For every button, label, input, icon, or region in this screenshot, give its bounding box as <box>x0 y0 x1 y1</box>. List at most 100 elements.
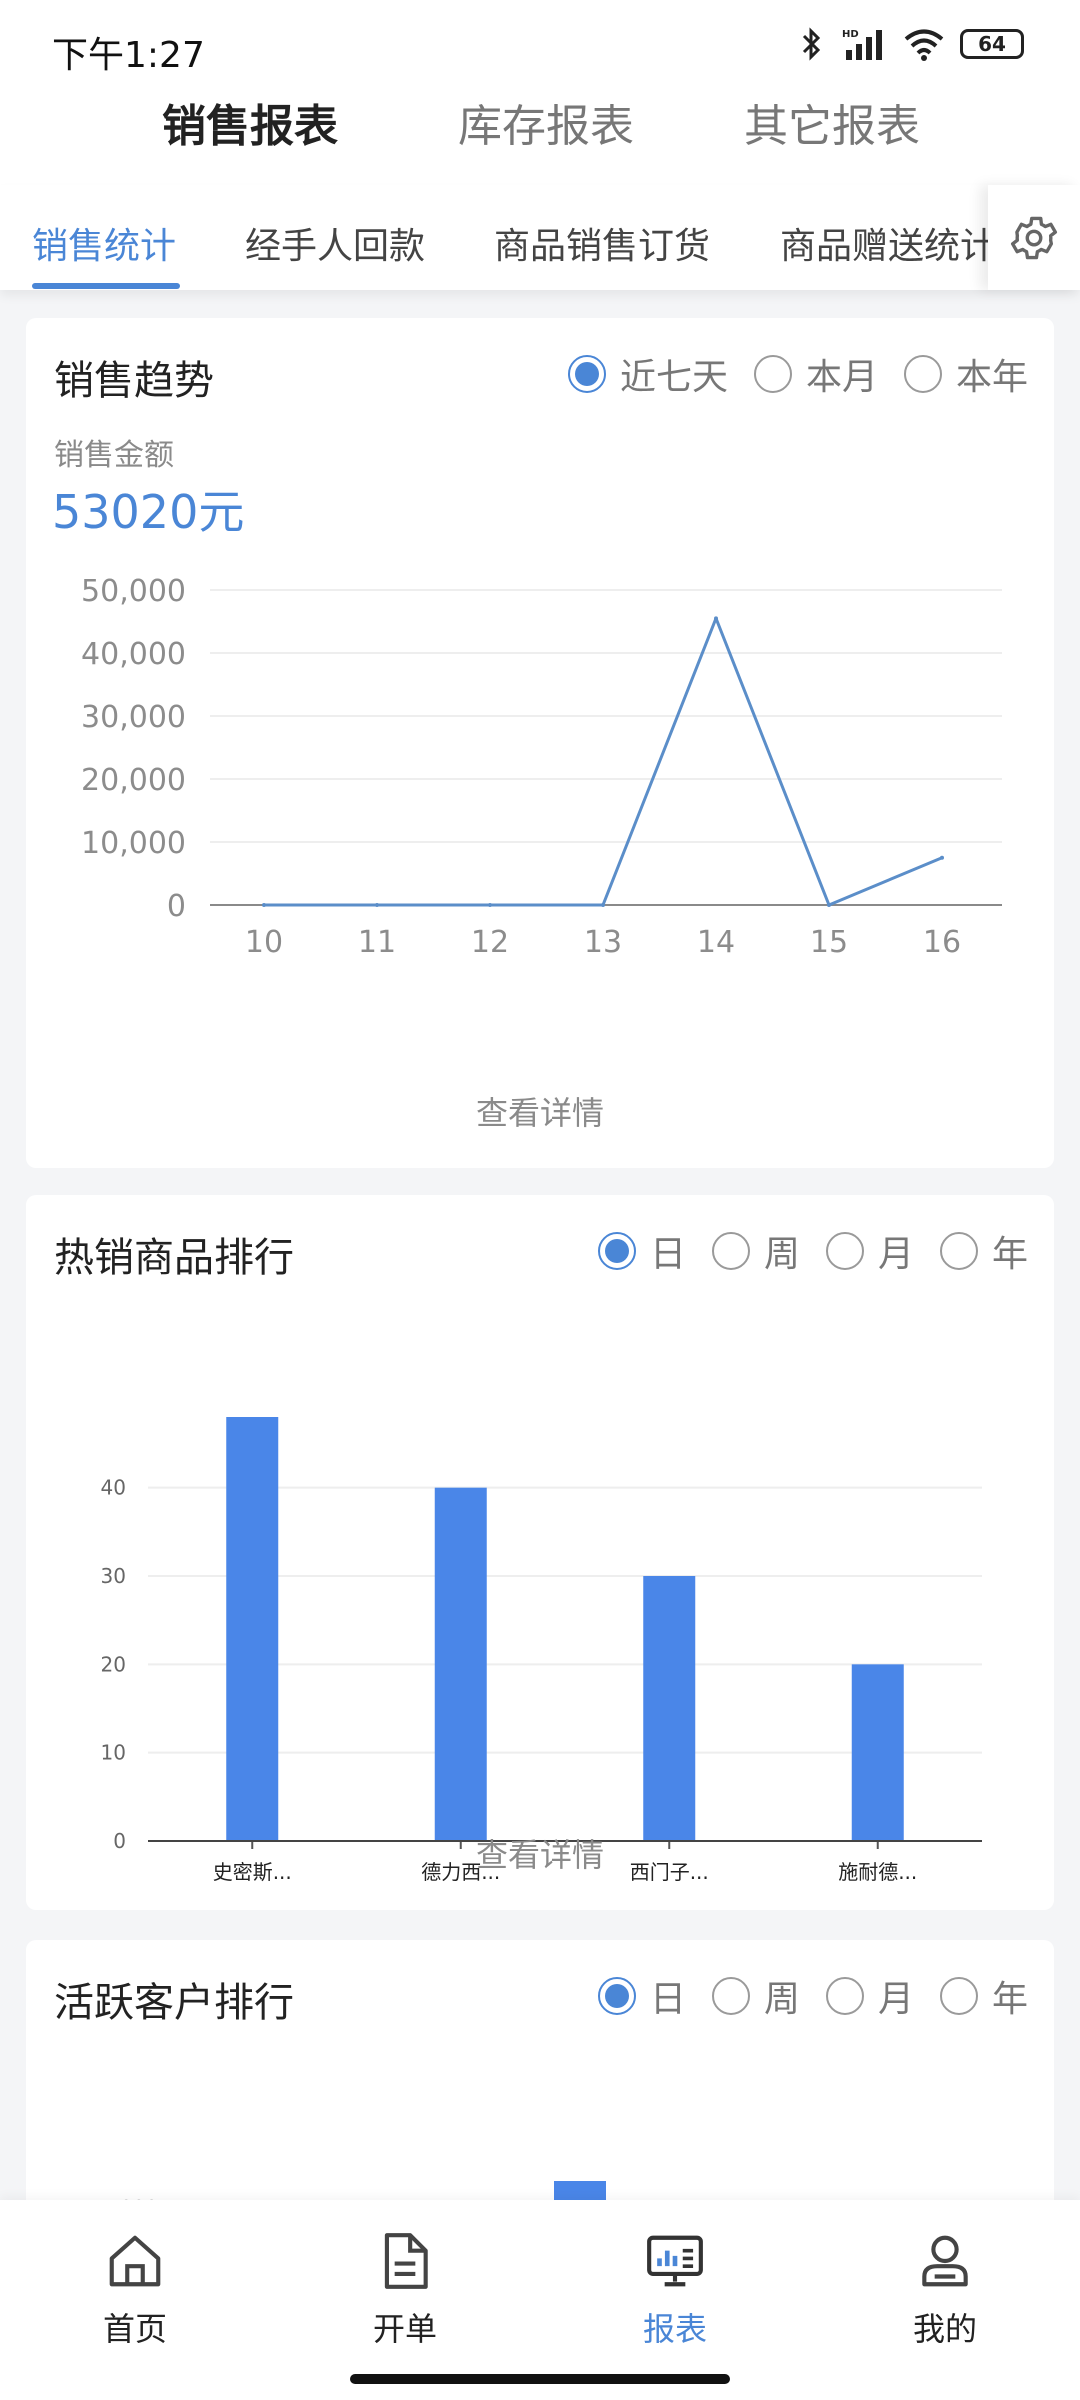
radio-year[interactable]: 年 <box>939 1970 1028 2022</box>
nav-reports[interactable]: 报表 <box>595 2230 755 2350</box>
radio-dot <box>753 355 792 393</box>
home-indicator[interactable] <box>350 2374 730 2384</box>
x-tick-label: 16 <box>923 925 961 960</box>
radio-label: 月 <box>877 1234 914 1275</box>
sales-trend-series-line <box>264 616 943 907</box>
svg-text:HD: HD <box>842 29 859 40</box>
hot-products-title: 热销商品排行 <box>54 1235 294 1281</box>
status-time: 下午1:27 <box>52 35 205 76</box>
radio-dot <box>711 1977 750 2015</box>
radio-label: 年 <box>991 1979 1028 2020</box>
radio-week[interactable]: 周 <box>711 1970 800 2022</box>
sales-trend-view-details[interactable]: 查看详情 <box>26 1088 1054 1134</box>
subtab-product-gift-stats[interactable]: 商品赠送统计 <box>780 217 988 269</box>
radio-week[interactable]: 周 <box>711 1225 800 1277</box>
active-customers-title: 活跃客户排行 <box>54 1980 294 2026</box>
hot-products-bar-chart: 010203040史密斯... 德力西... 西门子... 施耐德... <box>101 1417 982 1884</box>
bar <box>434 1487 487 1841</box>
data-point <box>601 903 605 907</box>
status-bar: 下午1:27 HD 64 <box>0 0 1080 90</box>
data-point <box>940 855 944 860</box>
subtab-sales-stats[interactable]: 销售统计 <box>32 217 176 269</box>
radio-this-year[interactable]: 本年 <box>903 348 1028 400</box>
y-tick-label: 10,000 <box>81 826 186 861</box>
data-point <box>375 903 379 907</box>
radio-dot <box>567 355 606 393</box>
bluetooth-icon <box>802 27 821 61</box>
subtab-product-sales-order[interactable]: 商品销售订货 <box>494 217 710 269</box>
radio-label: 周 <box>763 1979 800 2020</box>
home-icon <box>109 2235 161 2287</box>
tab-other-report[interactable]: 其它报表 <box>744 90 920 154</box>
data-point <box>714 616 718 621</box>
y-tick-label: 0 <box>167 889 186 924</box>
nav-create-order-label: 开单 <box>372 2310 437 2348</box>
radio-label: 月 <box>877 1979 914 2020</box>
radio-day[interactable]: 日 <box>597 1970 686 2022</box>
document-icon <box>384 2233 428 2289</box>
sales-amount-value: 53020元 <box>52 485 245 539</box>
sales-trend-title: 销售趋势 <box>54 358 214 404</box>
sub-tabs-scroll[interactable]: 销售统计 经手人回款 商品销售订货 商品赠送统计 <box>0 185 988 290</box>
radio-dot <box>597 1232 636 1270</box>
tab-sales-report[interactable]: 销售报表 <box>162 90 338 154</box>
radio-label: 周 <box>763 1234 800 1275</box>
radio-dot <box>597 1977 636 2015</box>
hot-products-period-selector: 日 周 月 年 <box>572 1225 1028 1277</box>
radio-dot <box>939 1232 978 1270</box>
hot-products-card: 热销商品排行 日 周 月 年 0 10 20 30 40 史密斯... 德力西... 西门子.… <box>26 1195 1054 1910</box>
x-tick-label: 11 <box>358 925 396 960</box>
y-tick-label: 50,000 <box>81 574 186 609</box>
y-tick-label: 10 <box>101 1741 126 1765</box>
y-tick-label: 20,000 <box>81 763 186 798</box>
nav-reports-label: 报表 <box>642 2310 707 2348</box>
radio-month[interactable]: 月 <box>825 1225 914 1277</box>
radio-dot <box>825 1232 864 1270</box>
nav-home[interactable]: 首页 <box>55 2230 215 2350</box>
radio-last-7-days[interactable]: 近七天 <box>567 348 728 400</box>
gear-icon <box>1010 216 1058 259</box>
radio-dot <box>903 355 942 393</box>
y-tick-label: 40 <box>101 1476 126 1500</box>
radio-day[interactable]: 日 <box>597 1225 686 1277</box>
x-tick-label: 12 <box>471 925 509 960</box>
x-tick-label: 14 <box>697 925 735 960</box>
bottom-navigation: 首页 开单 报表 我的 <box>0 2200 1080 2400</box>
hot-products-view-details[interactable]: 查看详情 <box>26 1830 1054 1876</box>
radio-this-month[interactable]: 本月 <box>753 348 878 400</box>
sales-trend-line-chart: 0 10,000 20,000 30,000 40,000 50,000 10 11 12 13 1… <box>81 574 1002 960</box>
x-tick-label: 15 <box>810 925 848 960</box>
radio-year[interactable]: 年 <box>939 1225 1028 1277</box>
radio-month[interactable]: 月 <box>825 1970 914 2022</box>
bar <box>226 1417 279 1841</box>
bar <box>851 1664 904 1841</box>
y-tick-label: 30 <box>101 1564 126 1588</box>
battery-indicator: 64 <box>960 29 1024 59</box>
report-icon <box>647 2235 703 2287</box>
nav-home-label: 首页 <box>102 2310 167 2348</box>
sales-amount-label: 销售金额 <box>54 438 174 473</box>
sales-sub-tabs: 销售统计 经手人回款 商品销售订货 商品赠送统计 <box>0 185 1080 290</box>
subtab-handler-payment[interactable]: 经手人回款 <box>245 217 425 269</box>
radio-dot <box>825 1977 864 2015</box>
nav-mine[interactable]: 我的 <box>865 2230 1025 2350</box>
data-point <box>262 903 266 907</box>
sales-trend-period-selector: 近七天 本月 本年 <box>542 348 1028 400</box>
wifi-icon <box>904 29 944 61</box>
settings-button[interactable] <box>988 185 1080 290</box>
radio-label: 日 <box>649 1234 686 1275</box>
x-tick-label: 13 <box>584 925 622 960</box>
nav-create-order[interactable]: 开单 <box>325 2230 485 2350</box>
radio-dot <box>711 1232 750 1270</box>
active-tab-underline <box>32 283 180 289</box>
nav-mine-label: 我的 <box>912 2310 977 2348</box>
bar <box>643 1576 696 1841</box>
signal-icon: HD <box>842 29 882 60</box>
y-tick-label: 20 <box>101 1652 126 1676</box>
status-icons: HD 64 <box>796 26 1024 62</box>
radio-label: 年 <box>991 1234 1028 1275</box>
tab-inventory-report[interactable]: 库存报表 <box>458 90 634 154</box>
sales-trend-card: 销售趋势 近七天 本月 本年 销售金额 53020元 0 10,000 20,000… <box>26 318 1054 1168</box>
radio-label: 日 <box>649 1979 686 2020</box>
radio-label: 本月 <box>805 357 878 398</box>
